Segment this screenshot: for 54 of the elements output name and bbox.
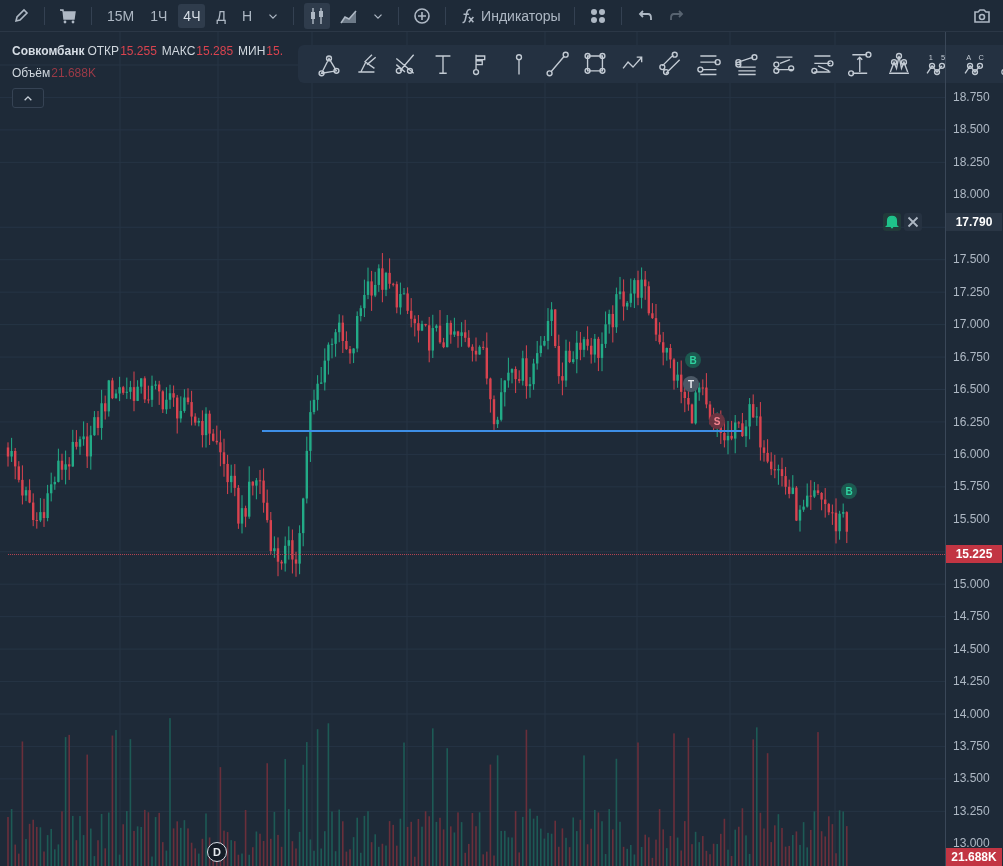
price-axis-label: 13.500 — [953, 771, 990, 786]
volume-value: 21.688K — [51, 66, 96, 80]
timeframe-tab[interactable]: 4Ч — [178, 3, 206, 28]
price-axis-label: 18.500 — [953, 122, 990, 137]
legend-value: 15.255 — [120, 44, 157, 58]
price-axis-label: 18.250 — [953, 154, 990, 169]
volume-tag: 21.688K — [946, 848, 1002, 866]
legend-label: МАКС — [161, 44, 196, 58]
price-axis-label: 16.000 — [953, 446, 990, 461]
symbol-name: Совкомбанк — [12, 44, 85, 58]
trade-marker[interactable]: B — [841, 483, 857, 499]
candles-icon[interactable] — [304, 2, 331, 29]
price-axis-label: 13.250 — [953, 803, 990, 818]
timeframe-tab[interactable]: 15М — [102, 3, 140, 28]
fan-tool-icon[interactable] — [734, 51, 760, 77]
price-axis-label: 15.000 — [953, 576, 990, 591]
price-axis-label: 16.250 — [953, 414, 990, 429]
timeframe-tab[interactable]: Н — [236, 3, 258, 28]
price-axis-label: 18.000 — [953, 187, 990, 202]
legend-label: ОТКР — [87, 44, 120, 58]
alert-price-tag: 17.790 — [946, 213, 1002, 231]
line-tool-icon[interactable] — [544, 51, 570, 77]
price-axis-label: 13.750 — [953, 739, 990, 753]
price-axis-label: 18.750 — [953, 90, 990, 104]
trade-marker[interactable]: T — [683, 376, 699, 392]
trade-marker[interactable]: B — [685, 352, 701, 368]
timeframe-tab[interactable]: Д — [211, 3, 231, 28]
price-axis-label: 16.750 — [953, 349, 990, 364]
legend-label: МИН — [238, 44, 266, 58]
price-axis-label: 17.000 — [953, 317, 990, 332]
price-axis-label: 15.750 — [953, 479, 990, 494]
indicators-button[interactable]: Индикаторы — [456, 3, 564, 28]
legend-value: 15.285 — [196, 44, 234, 58]
dividend-marker[interactable]: D — [207, 842, 227, 862]
price-axis-label: 14.000 — [953, 706, 990, 721]
chevron-up-icon — [23, 94, 33, 102]
collapse-button[interactable] — [12, 88, 44, 108]
range-tool-icon[interactable] — [848, 51, 874, 77]
legend-value: 15. — [266, 44, 284, 58]
last-price-tag: 15.225 — [946, 545, 1002, 563]
price-axis-label: 17.250 — [953, 284, 990, 299]
volume-label: Объём — [12, 66, 51, 80]
price-axis-label: 13.000 — [953, 836, 990, 851]
bell-icon[interactable] — [883, 213, 901, 231]
price-axis-label: 16.500 — [953, 382, 990, 397]
trade-marker[interactable]: S — [709, 413, 725, 429]
close-icon[interactable] — [904, 213, 922, 231]
price-axis-label: 17.500 — [953, 252, 990, 267]
price-axis-label: 15.500 — [953, 511, 990, 526]
price-axis-label: 14.750 — [953, 609, 990, 624]
price-axis-label: 14.500 — [953, 641, 990, 656]
rect-tool-icon[interactable] — [582, 51, 608, 77]
price-axis-label: 14.250 — [953, 674, 990, 689]
timeframe-tab[interactable]: 1Ч — [145, 3, 173, 28]
